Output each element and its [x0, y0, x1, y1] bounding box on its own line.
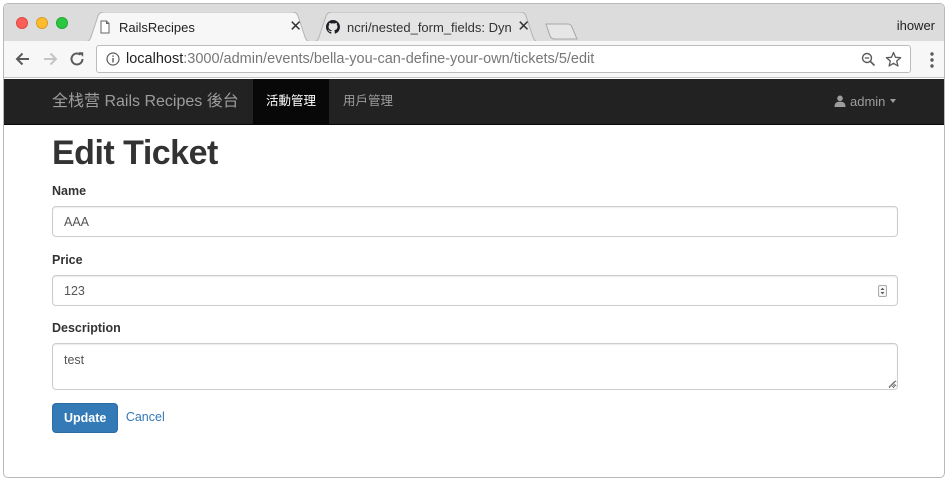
close-window-button[interactable]: [16, 17, 28, 29]
maximize-window-button[interactable]: [56, 17, 68, 29]
close-tab-icon[interactable]: ✕: [289, 18, 302, 35]
caret-down-icon: [890, 99, 897, 103]
close-tab-icon[interactable]: ✕: [517, 18, 530, 35]
github-icon: [326, 20, 340, 34]
url-host: localhost: [126, 51, 184, 67]
url-text[interactable]: localhost:3000/admin/events/bella-you-ca…: [126, 51, 594, 68]
price-form-group: Price: [52, 253, 898, 307]
price-input[interactable]: [52, 275, 898, 307]
description-label: Description: [52, 321, 121, 336]
name-label: Name: [52, 184, 87, 199]
new-tab-button[interactable]: [544, 23, 578, 40]
forward-icon[interactable]: [41, 50, 59, 68]
brand-link[interactable]: 全栈营 Rails Recipes 後台: [52, 93, 239, 111]
price-label: Price: [52, 253, 83, 268]
page-icon: [100, 20, 110, 34]
tab-strip: RailsRecipes ✕ ncri/nested_form_fields: …: [4, 4, 944, 42]
info-icon[interactable]: [106, 52, 120, 66]
tab-nested-form-fields[interactable]: ncri/nested_form_fields: Dynam ✕: [310, 12, 542, 42]
update-button[interactable]: Update: [52, 403, 119, 434]
user-icon: [834, 95, 846, 107]
resize-grip-icon[interactable]: [888, 380, 896, 388]
star-icon[interactable]: [885, 51, 902, 68]
page-title: Edit Ticket: [52, 134, 218, 172]
number-spinner-icon[interactable]: [878, 285, 887, 298]
tab-railsrecipes[interactable]: RailsRecipes ✕: [82, 12, 314, 42]
description-field-wrapper: test: [52, 343, 898, 391]
description-textarea[interactable]: test: [52, 343, 898, 391]
navbar: 全栈营 Rails Recipes 後台 活動管理 用戶管理 admin: [4, 79, 944, 125]
profile-name[interactable]: ihower: [897, 18, 935, 33]
nav-item-users[interactable]: 用戶管理: [330, 79, 406, 124]
admin-dropdown[interactable]: admin: [834, 79, 897, 124]
cancel-link[interactable]: Cancel: [126, 403, 165, 431]
back-icon[interactable]: [14, 50, 32, 68]
minimize-window-button[interactable]: [36, 17, 48, 29]
tab-title: ncri/nested_form_fields: Dynam: [347, 20, 512, 35]
name-form-group: Name: [52, 184, 898, 238]
browser-toolbar: localhost:3000/admin/events/bella-you-ca…: [4, 41, 944, 78]
description-form-group: Description test: [52, 321, 898, 391]
nav-item-events[interactable]: 活動管理: [253, 79, 330, 124]
name-input[interactable]: [52, 206, 898, 238]
browser-window: RailsRecipes ✕ ncri/nested_form_fields: …: [3, 3, 945, 478]
reload-icon[interactable]: [68, 50, 86, 68]
url-path: :3000/admin/events/bella-you-can-define-…: [183, 51, 595, 67]
price-field-wrapper: [52, 275, 898, 307]
menu-icon[interactable]: [925, 51, 939, 69]
address-bar[interactable]: localhost:3000/admin/events/bella-you-ca…: [96, 45, 911, 73]
tab-title: RailsRecipes: [119, 20, 195, 35]
form-actions: Update Cancel: [52, 403, 898, 434]
main-content: Edit Ticket Name Price Description test: [52, 126, 898, 434]
zoom-icon[interactable]: [861, 52, 876, 67]
admin-label: admin: [850, 94, 886, 109]
